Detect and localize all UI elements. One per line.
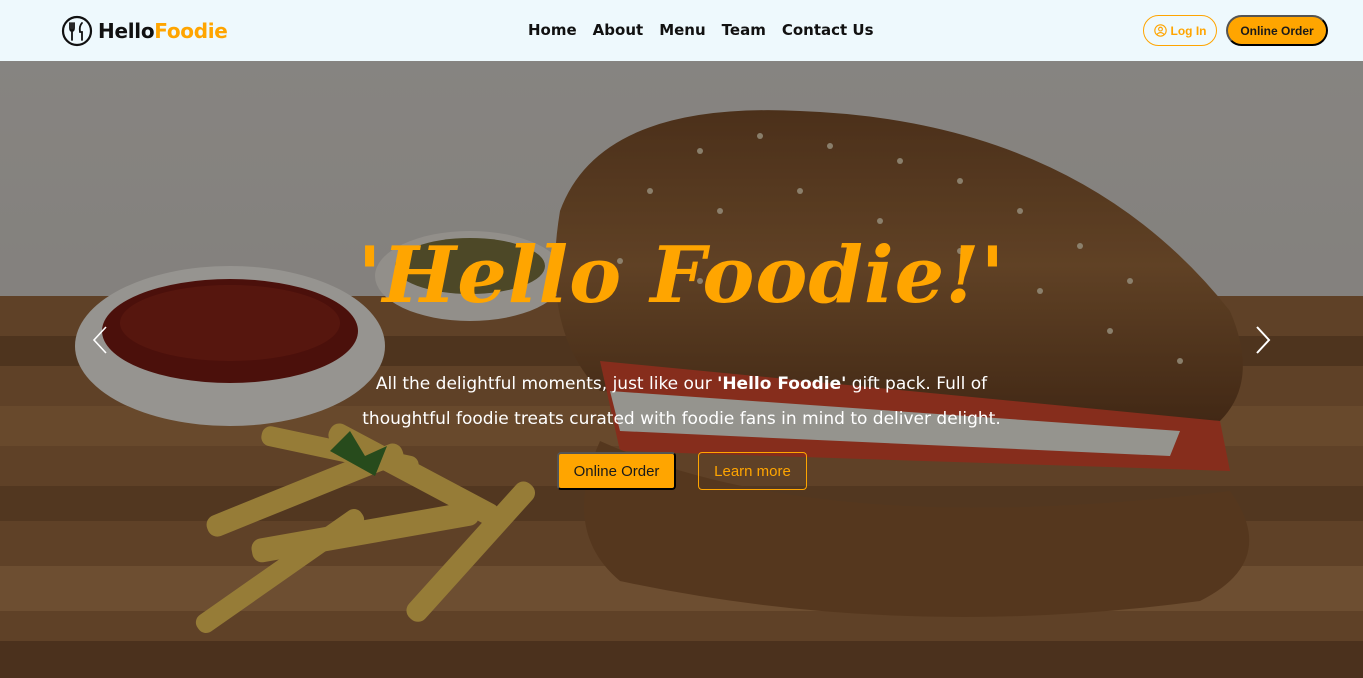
hero-description: All the delightful moments, just like ou… — [356, 367, 1007, 437]
nav-link-team[interactable]: Team — [722, 20, 766, 40]
hero-text-bold: 'Hello Foodie' — [717, 374, 847, 394]
hero-title: 'Hello Foodie!' — [357, 230, 1006, 321]
nav-online-order-button[interactable]: Online Order — [1226, 15, 1328, 46]
nav-link-menu[interactable]: Menu — [659, 20, 705, 40]
hero-carousel: 'Hello Foodie!' All the delightful momen… — [0, 61, 1363, 678]
brand-name-foodie: Foodie — [154, 19, 228, 43]
login-button[interactable]: Log In — [1143, 15, 1217, 46]
carousel-next-button[interactable] — [1247, 325, 1277, 355]
nav-link-about[interactable]: About — [593, 20, 644, 40]
chevron-right-icon — [1256, 326, 1271, 354]
main-nav: Home About Menu Team Contact Us — [528, 20, 874, 40]
brand-name-hello: Hello — [98, 19, 155, 43]
hero-text-before: All the delightful moments, just like ou… — [375, 374, 718, 394]
fork-knife-logo-icon — [61, 15, 93, 47]
brand-logo[interactable]: HelloFoodie — [61, 15, 228, 47]
nav-link-home[interactable]: Home — [528, 20, 577, 40]
navbar: HelloFoodie Home About Menu Team Contact… — [0, 0, 1363, 61]
user-circle-icon — [1153, 24, 1167, 37]
hero-online-order-button[interactable]: Online Order — [557, 452, 676, 490]
brand-name: HelloFoodie — [98, 16, 228, 46]
carousel-prev-button[interactable] — [86, 325, 116, 355]
hero-buttons: Online Order Learn more — [557, 452, 807, 490]
chevron-left-icon — [92, 326, 107, 354]
nav-actions: Log In Online Order — [1143, 15, 1328, 46]
login-label: Log In — [1170, 23, 1207, 38]
nav-link-contact[interactable]: Contact Us — [782, 20, 874, 40]
learn-more-button[interactable]: Learn more — [698, 452, 807, 490]
